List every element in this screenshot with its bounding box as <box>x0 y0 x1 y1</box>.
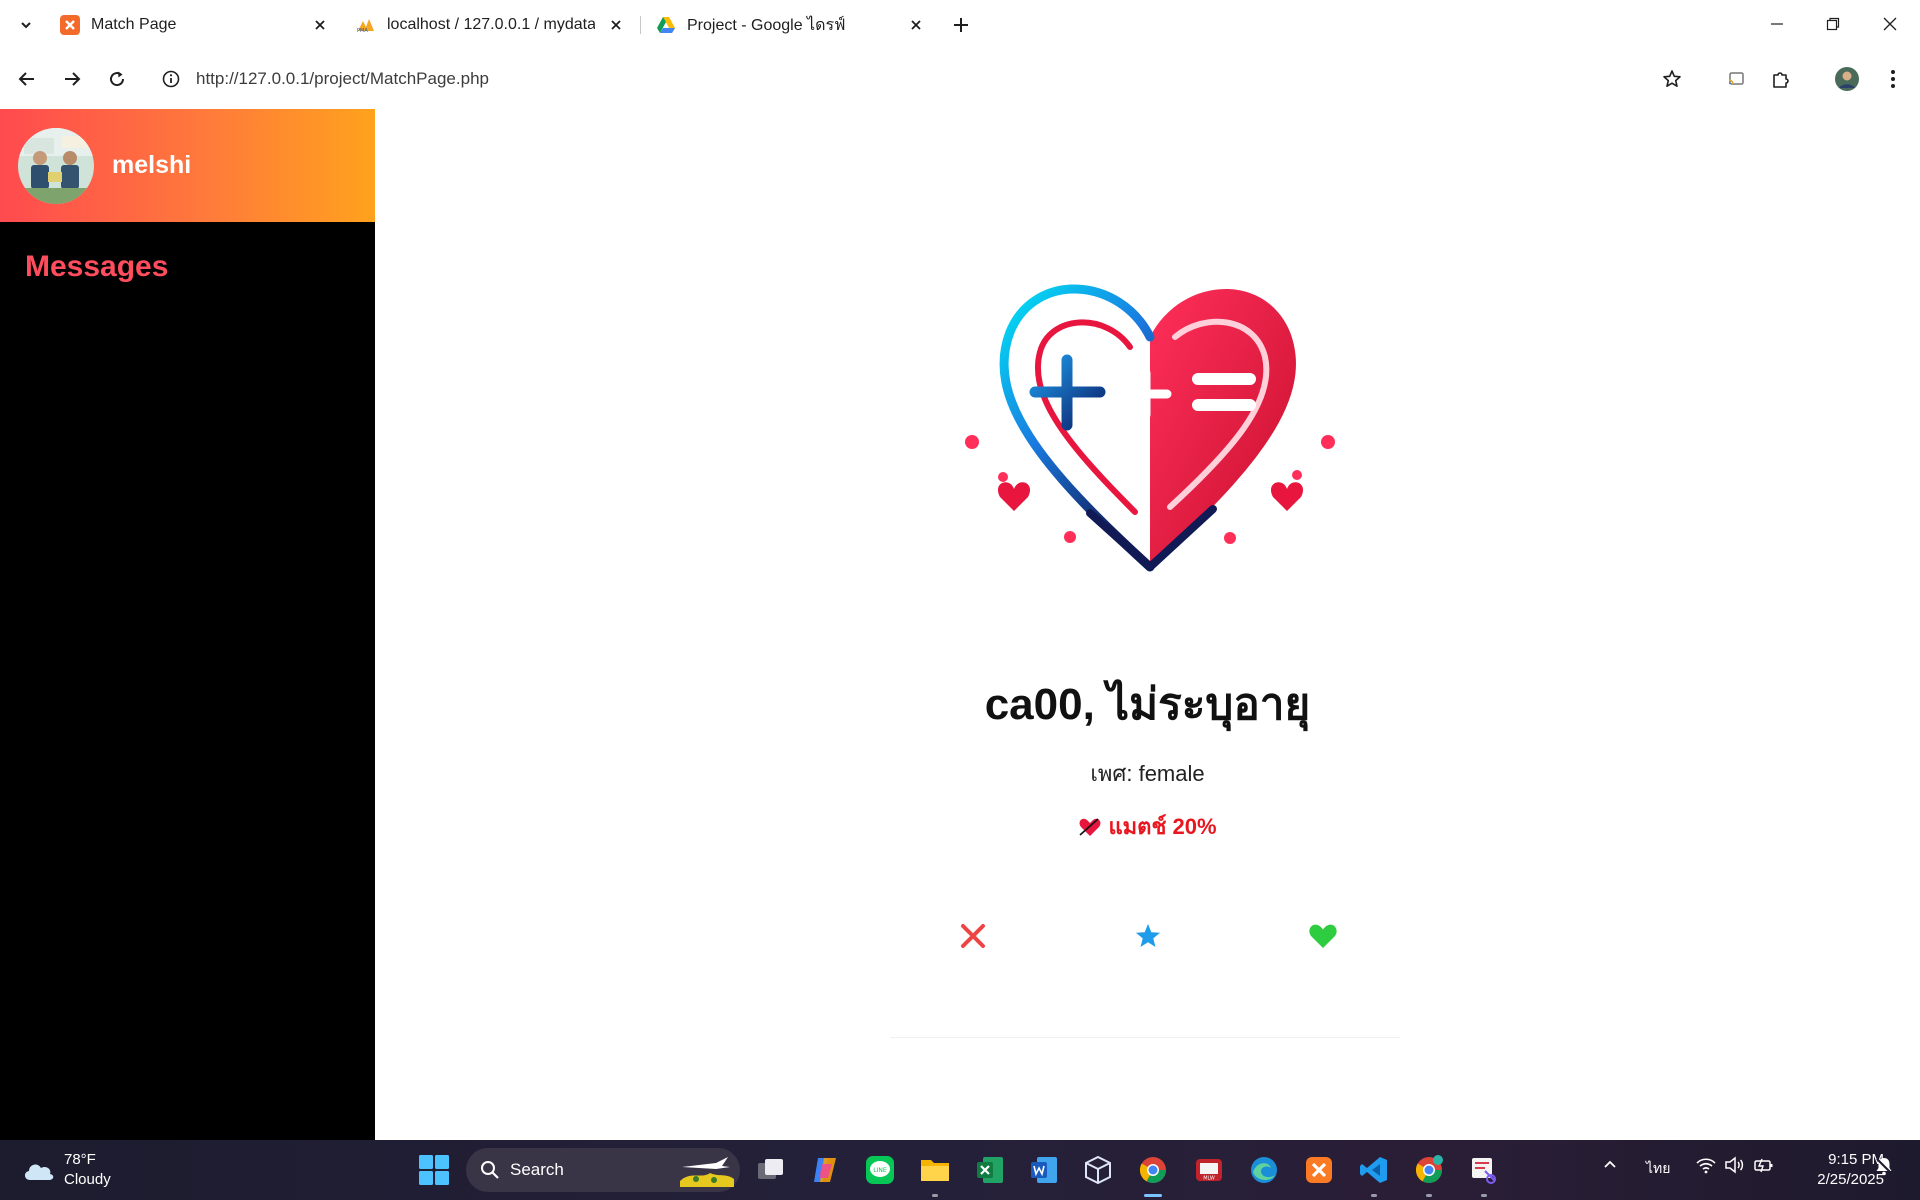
new-tab-plus-icon[interactable] <box>948 12 974 38</box>
task-view-icon[interactable] <box>752 1151 790 1189</box>
copilot-icon[interactable] <box>806 1151 844 1189</box>
match-percent-text: แมตช์ 20% <box>1108 814 1217 839</box>
profile-header[interactable]: melshi <box>0 109 375 222</box>
dislike-button[interactable] <box>948 911 998 961</box>
weather-widget[interactable]: 78°F Cloudy <box>22 1150 111 1190</box>
reload-icon[interactable] <box>101 63 133 95</box>
close-tab-icon[interactable] <box>604 13 628 37</box>
svg-text:LINE: LINE <box>873 1167 887 1174</box>
xampp-taskbar-icon[interactable] <box>1300 1151 1338 1189</box>
app-active-indicator <box>1144 1194 1162 1197</box>
svg-text:MLW: MLW <box>1203 1176 1215 1182</box>
username: melshi <box>112 151 192 179</box>
search-label: Search <box>510 1160 564 1179</box>
close-window-icon[interactable] <box>1872 8 1908 40</box>
taskbar-clock[interactable]: 9:15 PM 2/25/2025 <box>1788 1150 1884 1190</box>
close-tab-icon[interactable] <box>308 13 332 37</box>
file-explorer-icon[interactable] <box>916 1151 954 1197</box>
extensions-puzzle-icon[interactable] <box>1765 63 1797 95</box>
superlike-button[interactable] <box>1123 911 1173 961</box>
minimize-window-icon[interactable] <box>1759 8 1795 40</box>
tab-title: Project - Google ไดรฟ์ <box>687 16 846 34</box>
app-running-indicator <box>1371 1194 1377 1197</box>
address-bar[interactable]: http://127.0.0.1/project/MatchPage.php <box>196 69 489 89</box>
notification-bell-icon[interactable] <box>1874 1156 1894 1179</box>
virtualbox-icon[interactable] <box>1079 1151 1117 1189</box>
match-card: ca00, ไม่ระบุอายุ เพศ: female แมตช์ 20% <box>375 109 1920 1140</box>
search-highlight-icon <box>680 1157 734 1187</box>
forward-arrow-icon[interactable] <box>56 63 88 95</box>
media-player-icon[interactable]: MLW <box>1190 1151 1228 1189</box>
back-arrow-icon[interactable] <box>11 63 43 95</box>
avatar[interactable] <box>18 127 94 204</box>
messages-title: Messages <box>25 250 169 283</box>
like-button[interactable] <box>1298 911 1348 961</box>
svg-text:PMA: PMA <box>357 28 368 33</box>
x-icon <box>961 924 985 948</box>
sidebar: melshi Messages <box>0 109 375 1140</box>
profile-avatar-icon[interactable] <box>1831 63 1863 95</box>
tab-title: localhost / 127.0.0.1 / mydatab <box>387 16 595 33</box>
show-hidden-icons-chevron-icon[interactable] <box>1602 1156 1618 1175</box>
heart-logo-image <box>965 284 1335 572</box>
word-icon[interactable] <box>1025 1151 1063 1189</box>
weather-desc: Cloudy <box>64 1171 111 1188</box>
wifi-icon[interactable] <box>1696 1156 1716 1177</box>
browser-menu-dots-icon[interactable] <box>1877 63 1909 95</box>
tab-match-page[interactable]: Match Page <box>60 6 332 44</box>
browser-tab-strip: Match Page PMA localhost / 127.0.0.1 / m… <box>0 0 1920 50</box>
search-icon <box>481 1161 499 1179</box>
star-icon <box>1136 924 1160 947</box>
close-tab-icon[interactable] <box>904 13 928 37</box>
match-gender: เพศ: female <box>1090 761 1205 786</box>
tab-title: Match Page <box>91 16 177 33</box>
browser-toolbar: http://127.0.0.1/project/MatchPage.php <box>0 50 1920 109</box>
heart-arrow-icon <box>1079 817 1101 836</box>
clock-time: 9:15 PM <box>1828 1151 1884 1168</box>
battery-icon[interactable] <box>1753 1156 1775 1177</box>
restore-window-icon[interactable] <box>1815 8 1851 40</box>
match-name-age: ca00, ไม่ระบุอายุ <box>984 680 1311 729</box>
chrome-profile-icon[interactable] <box>1410 1151 1448 1197</box>
app-running-indicator <box>1481 1194 1487 1197</box>
tab-google-drive[interactable]: Project - Google ไดรฟ์ <box>656 6 928 44</box>
taskbar-search[interactable]: Search <box>466 1148 740 1192</box>
app-running-indicator <box>932 1194 938 1197</box>
heart-icon <box>1309 924 1337 948</box>
bookmark-star-icon[interactable] <box>1656 63 1688 95</box>
phpmyadmin-icon: PMA <box>356 15 376 35</box>
volume-icon[interactable] <box>1724 1156 1744 1177</box>
cast-icon[interactable] <box>1720 63 1752 95</box>
input-language[interactable]: ไทย <box>1646 1158 1670 1180</box>
card-divider <box>890 1037 1400 1038</box>
site-info-icon[interactable] <box>155 63 187 95</box>
windows-taskbar: 78°F Cloudy Search LINE MLW ไทย 9:15 PM … <box>0 1140 1920 1200</box>
excel-icon[interactable] <box>971 1151 1009 1189</box>
vscode-icon[interactable] <box>1355 1151 1393 1197</box>
chrome-icon[interactable] <box>1134 1151 1172 1197</box>
line-app-icon[interactable]: LINE <box>861 1151 899 1189</box>
snipping-tool-icon[interactable] <box>1465 1151 1503 1197</box>
clock-date: 2/25/2025 <box>1817 1171 1884 1188</box>
google-drive-icon <box>656 15 676 35</box>
weather-temp: 78°F <box>64 1151 96 1168</box>
tab-phpmyadmin[interactable]: PMA localhost / 127.0.0.1 / mydatab <box>356 6 628 44</box>
match-percent-badge: แมตช์ 20% <box>375 809 1920 844</box>
tab-search-chevron-icon[interactable] <box>14 13 38 37</box>
xampp-icon <box>60 15 80 35</box>
cloud-icon <box>24 1164 54 1180</box>
tab-separator <box>640 16 641 34</box>
edge-icon[interactable] <box>1245 1151 1283 1189</box>
windows-start-icon[interactable] <box>418 1154 450 1186</box>
app-running-indicator <box>1426 1194 1432 1197</box>
